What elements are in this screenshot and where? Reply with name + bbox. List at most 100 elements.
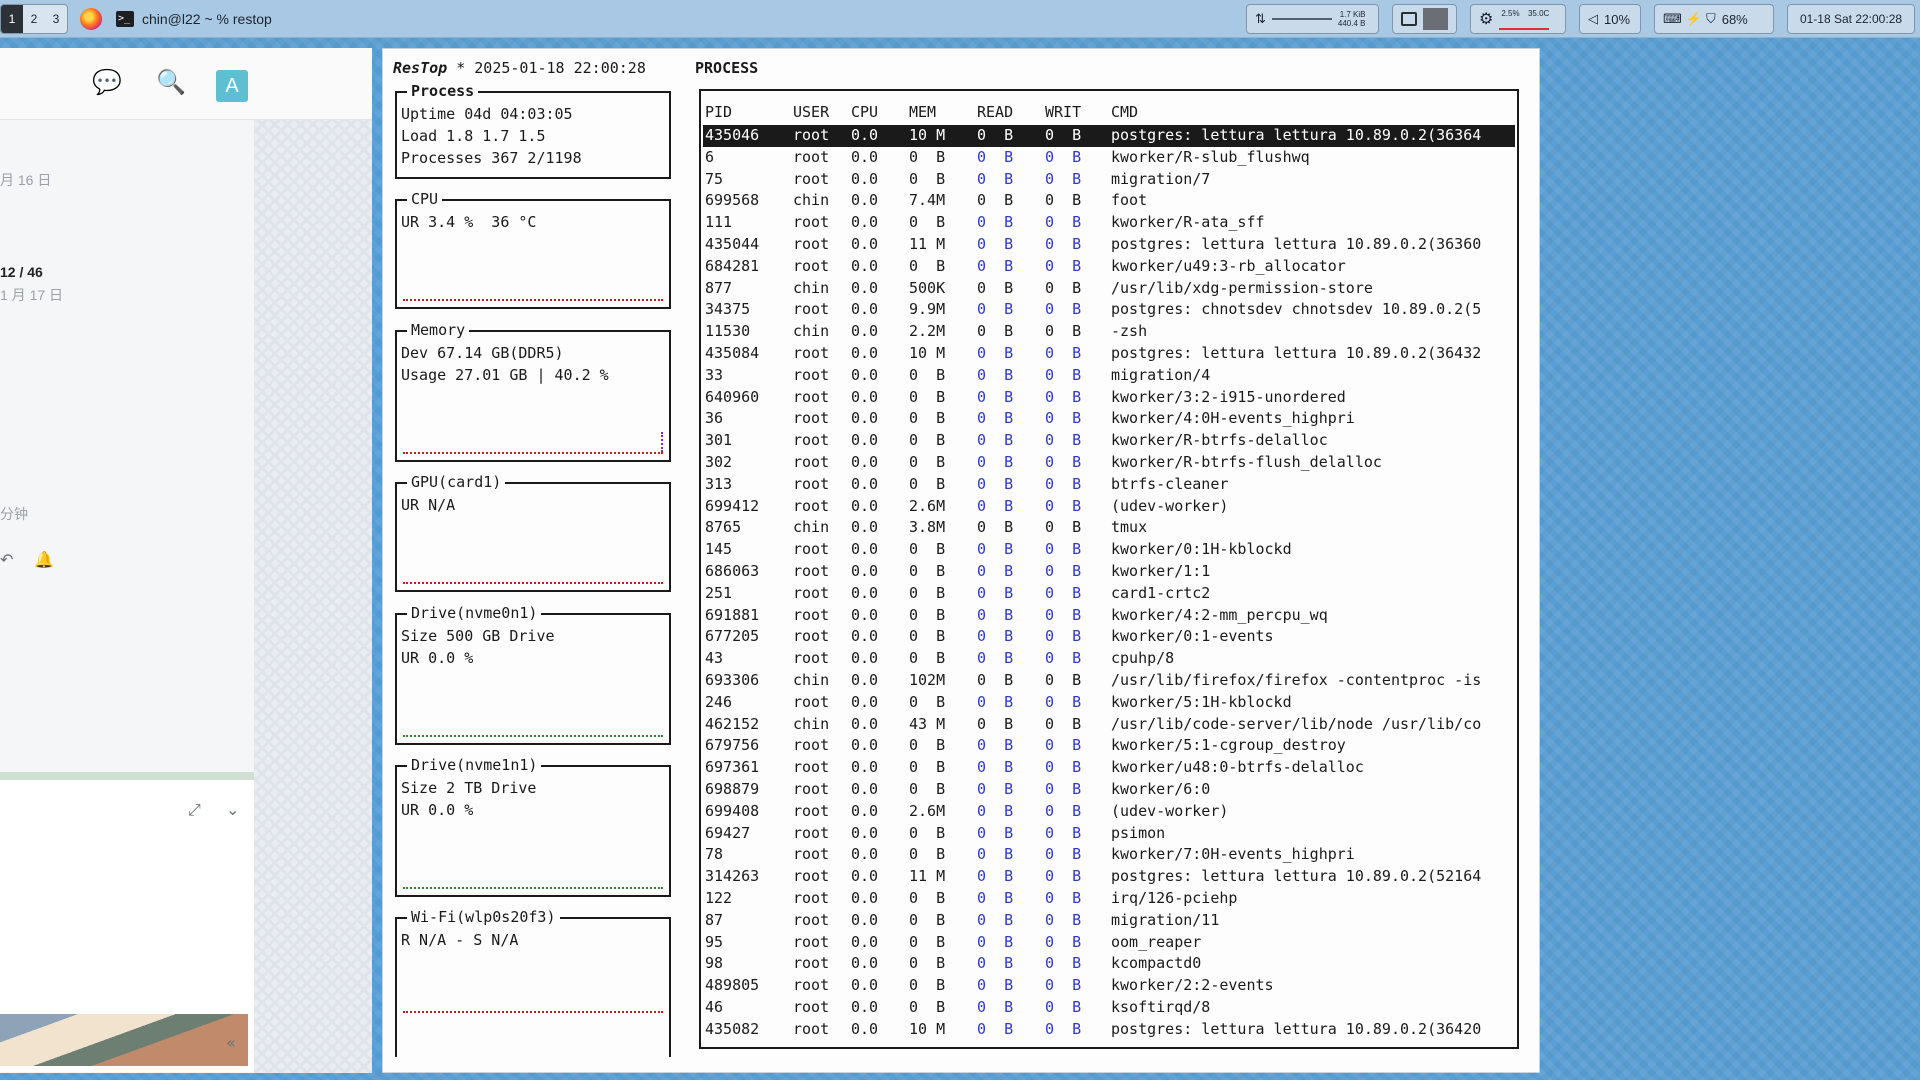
process-row[interactable]: 78 root 0.0 0 B 0 B 0 B kworker/7:0H-events_hi… — [703, 844, 1515, 866]
process-table: PID USER CPU MEM READ WRIT CMD 435046 root 0.0 10… — [699, 89, 1519, 1049]
process-pid-cell: 489805 — [705, 976, 760, 995]
process-row[interactable]: 36 root 0.0 0 B 0 B 0 B kworker/4:0H-events_hi… — [703, 408, 1515, 430]
process-user-cell: chin — [793, 322, 830, 341]
collapse-icon[interactable]: « — [226, 1033, 236, 1052]
clock[interactable]: 01-18 Sat 22:00:28 — [1787, 4, 1915, 34]
process-row[interactable]: 314263 root 0.0 11 M 0 B 0 B postgres: lettura… — [703, 866, 1515, 888]
network-widget[interactable]: ⇅ 1.7 KiB 440.4 B — [1246, 4, 1379, 34]
process-row[interactable]: 6 root 0.0 0 B 0 B 0 B kworker/R-slub_flushwq — [703, 147, 1515, 169]
process-row[interactable]: 684281 root 0.0 0 B 0 B 0 B kworker/u49:3-rb_a… — [703, 256, 1515, 278]
process-row[interactable]: 98 root 0.0 0 B 0 B 0 B kcompactd0 — [703, 953, 1515, 975]
process-row[interactable]: 699568 chin 0.0 7.4M 0 B 0 B foot — [703, 190, 1515, 212]
process-row[interactable]: 302 root 0.0 0 B 0 B 0 B kworker/R-btrfs-flush… — [703, 452, 1515, 474]
volume-widget[interactable]: ◁ 10% — [1579, 4, 1641, 34]
process-row[interactable]: 33 root 0.0 0 B 0 B 0 B migration/4 — [703, 365, 1515, 387]
expand-icon[interactable]: ⤢ — [188, 800, 201, 820]
process-pid-cell: 246 — [705, 692, 733, 711]
process-row[interactable]: 686063 root 0.0 0 B 0 B 0 B kworker/1:1 — [703, 561, 1515, 583]
process-cmd-cell: postgres: lettura lettura 10.89.0.2(3642… — [1111, 1019, 1482, 1038]
process-row[interactable]: 301 root 0.0 0 B 0 B 0 B kworker/R-btrfs-delal… — [703, 430, 1515, 452]
process-cmd-cell: kcompactd0 — [1111, 954, 1202, 973]
process-row[interactable]: 46 root 0.0 0 B 0 B 0 B ksoftirqd/8 — [703, 997, 1515, 1019]
process-row[interactable]: 697361 root 0.0 0 B 0 B 0 B kworker/u48:0-btrf… — [703, 757, 1515, 779]
process-row[interactable]: 8765 chin 0.0 3.8M 0 B 0 B tmux — [703, 517, 1515, 539]
process-row[interactable]: 435046 root 0.0 10 M 0 B 0 B postgres: lettura… — [703, 125, 1515, 147]
process-write-cell: 0 B — [1045, 954, 1082, 973]
process-row[interactable]: 43 root 0.0 0 B 0 B 0 B cpuhp/8 — [703, 648, 1515, 670]
process-row[interactable]: 145 root 0.0 0 B 0 B 0 B kworker/0:1H-kblockd — [703, 539, 1515, 561]
screenshot-thumbnail[interactable] — [0, 1014, 248, 1066]
process-write-cell: 0 B — [1045, 692, 1082, 711]
process-pid-cell: 302 — [705, 453, 733, 471]
chevron-down-icon[interactable]: ⌄ — [226, 800, 239, 819]
firefox-icon[interactable] — [80, 7, 102, 30]
terminal-icon[interactable]: >_ — [116, 10, 134, 27]
process-cpu-cell: 0.0 — [851, 431, 879, 450]
avatar[interactable]: A — [216, 70, 248, 102]
column-header-cmd[interactable]: CMD — [1111, 103, 1138, 121]
column-header-user[interactable]: USER — [793, 103, 829, 121]
process-row[interactable]: 11530 chin 0.0 2.2M 0 B 0 B -zsh — [703, 321, 1515, 343]
bell-icon[interactable]: 🔔 — [34, 550, 54, 569]
process-cmd-cell: migration/7 — [1111, 169, 1211, 188]
column-header-writ[interactable]: WRIT — [1045, 103, 1081, 121]
process-row[interactable]: 435084 root 0.0 10 M 0 B 0 B postgres: lettura… — [703, 343, 1515, 365]
drive-nvme0n1-box: Drive(nvme0n1) Size 500 GB Drive UR 0.0 … — [395, 604, 671, 745]
process-row[interactable]: 677205 root 0.0 0 B 0 B 0 B kworker/0:1-events — [703, 626, 1515, 648]
process-mem-cell: 0 B — [909, 823, 946, 842]
process-row[interactable]: 462152 chin 0.0 43 M 0 B 0 B/usr/lib/code-ser… — [703, 714, 1515, 736]
process-read-cell: 0 B — [977, 1019, 1014, 1038]
process-row[interactable]: 679756 root 0.0 0 B 0 B 0 B kworker/5:1-cgroup… — [703, 735, 1515, 757]
drive-graph — [403, 887, 663, 889]
column-header-pid[interactable]: PID — [705, 103, 732, 121]
process-row[interactable]: 693306 chin 0.0 102M 0 B 0 B/usr/lib/firefox/… — [703, 670, 1515, 692]
process-user-cell: root — [793, 583, 830, 602]
column-header-read[interactable]: READ — [977, 103, 1013, 121]
process-cpu-cell: 0.0 — [851, 256, 879, 275]
workspace-1[interactable]: 1 — [1, 4, 23, 33]
process-user-cell: root — [793, 235, 830, 253]
process-cmd-cell: irq/126-pciehp — [1111, 889, 1238, 907]
terminal-window[interactable]: ResTop * 2025-01-18 22:00:28 PROCESS Pro… — [382, 48, 1540, 1073]
process-row[interactable]: 699408 root 0.0 2.6M 0 B 0 B (udev-worker) — [703, 801, 1515, 823]
workspace-2[interactable]: 2 — [23, 5, 45, 33]
process-row[interactable]: 69427 root 0.0 0 B 0 B 0 B psimon — [703, 823, 1515, 845]
process-row[interactable]: 435044 root 0.0 11 M 0 B 0 B postgres: lettura… — [703, 234, 1515, 256]
search-icon[interactable]: 🔍 — [156, 68, 186, 96]
process-row[interactable]: 640960 root 0.0 0 B 0 B 0 B kworker/3:2-i915-u… — [703, 387, 1515, 409]
process-row[interactable]: 111 root 0.0 0 B 0 B 0 B kworker/R-ata_sff — [703, 212, 1515, 234]
process-row[interactable]: 691881 root 0.0 0 B 0 B 0 B kworker/4:2-mm_per… — [703, 605, 1515, 627]
process-user-cell: root — [793, 300, 830, 319]
process-row[interactable]: 877 chin 0.0 500K 0 B 0 B/usr/lib/xdg-permiss… — [703, 278, 1515, 300]
process-row[interactable]: 87 root 0.0 0 B 0 B 0 B migration/11 — [703, 910, 1515, 932]
process-user-cell: root — [793, 758, 830, 777]
process-row[interactable]: 699412 root 0.0 2.6M 0 B 0 B (udev-worker) — [703, 496, 1515, 518]
process-row[interactable]: 246 root 0.0 0 B 0 B 0 B kworker/5:1H-kblockd — [703, 692, 1515, 714]
process-user-cell: root — [793, 823, 830, 842]
reply-icon[interactable]: ↶ — [0, 550, 13, 569]
process-mem-cell: 0 B — [909, 998, 946, 1016]
process-row[interactable]: 698879 root 0.0 0 B 0 B 0 B kworker/6:0 — [703, 779, 1515, 801]
cpu-widget[interactable]: ⚙ 2.5% 35.0C — [1470, 4, 1566, 34]
process-write-cell: 0 B — [1045, 910, 1082, 929]
workspace-3[interactable]: 3 — [45, 5, 67, 33]
process-pid-cell: 693306 — [705, 671, 760, 689]
memory-widget[interactable] — [1392, 4, 1457, 34]
battery-widget[interactable]: ⌨ ⚡ ⛉ 68% — [1654, 4, 1774, 34]
process-row[interactable]: 435082 root 0.0 10 M 0 B 0 B postgres: lettura… — [703, 1019, 1515, 1041]
process-pid-cell: 314263 — [705, 867, 760, 886]
process-row[interactable]: 75 root 0.0 0 B 0 B 0 B migration/7 — [703, 169, 1515, 191]
wifi-box: Wi-Fi(wlp0s20f3) R N/A - S N/A — [395, 908, 671, 1057]
process-row[interactable]: 95 root 0.0 0 B 0 B 0 B oom_reaper — [703, 932, 1515, 954]
process-write-cell: 0 B — [1045, 300, 1082, 319]
process-row[interactable]: 251 root 0.0 0 B 0 B 0 B card1-crtc2 — [703, 583, 1515, 605]
process-row[interactable]: 34375 root 0.0 9.9M 0 B 0 B postgres: chnotsde… — [703, 299, 1515, 321]
process-pid-cell: 251 — [705, 583, 733, 602]
column-header-mem[interactable]: MEM — [909, 103, 936, 121]
process-row[interactable]: 313 root 0.0 0 B 0 B 0 B btrfs-cleaner — [703, 474, 1515, 496]
column-header-cpu[interactable]: CPU — [851, 103, 878, 121]
process-row[interactable]: 489805 root 0.0 0 B 0 B 0 B kworker/2:2-events — [703, 975, 1515, 997]
process-cpu-cell: 0.0 — [851, 496, 879, 515]
chat-bubble-icon[interactable]: 💬 — [92, 68, 122, 96]
process-row[interactable]: 122 root 0.0 0 B 0 B 0 B irq/126-pciehp — [703, 888, 1515, 910]
